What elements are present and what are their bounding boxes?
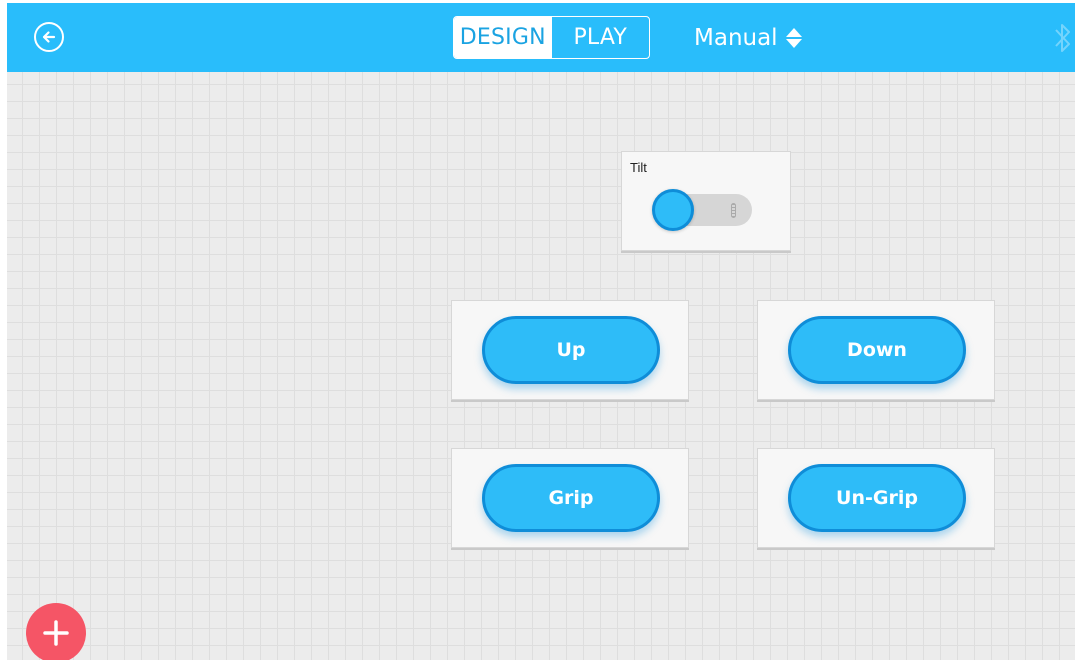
back-button[interactable] (34, 22, 64, 52)
design-canvas: Tilt Up Down Grip Un-Grip (7, 72, 1075, 660)
add-widget-button[interactable] (26, 603, 86, 660)
grip-button-widget: Grip (451, 448, 689, 548)
down-button-widget: Down (757, 300, 995, 400)
grip-button[interactable]: Grip (482, 464, 660, 532)
tilt-switch-widget[interactable]: Tilt (621, 151, 791, 251)
up-down-caret-icon (785, 28, 802, 48)
switch-knob[interactable] (652, 189, 694, 231)
plus-icon (43, 620, 69, 646)
up-button-widget: Up (451, 300, 689, 400)
mode-select[interactable]: Manual (694, 24, 802, 52)
tilt-switch[interactable] (652, 189, 752, 231)
up-button[interactable]: Up (482, 316, 660, 384)
tilt-switch-label: Tilt (630, 160, 647, 175)
down-button[interactable]: Down (788, 316, 966, 384)
mode-select-value: Manual (694, 25, 778, 51)
ungrip-button-widget: Un-Grip (757, 448, 995, 548)
tab-play[interactable]: PLAY (552, 17, 650, 58)
tab-design[interactable]: DESIGN (454, 17, 552, 58)
bluetooth-icon[interactable] (1051, 21, 1075, 55)
grip-lines-icon (731, 203, 736, 218)
app-frame: DESIGN PLAY Manual Tilt Up Down Grip Un-… (7, 3, 1075, 660)
ungrip-button[interactable]: Un-Grip (788, 464, 966, 532)
top-bar: DESIGN PLAY Manual (7, 3, 1075, 72)
arrow-left-icon (42, 31, 56, 43)
mode-toggle: DESIGN PLAY (453, 16, 650, 59)
